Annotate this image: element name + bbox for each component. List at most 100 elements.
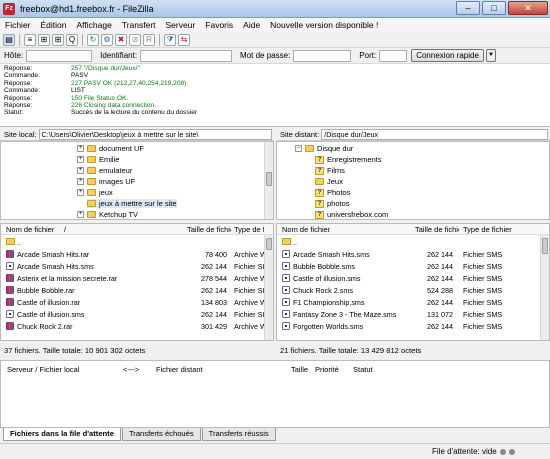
cancel-icon[interactable]: ✖ — [115, 33, 127, 46]
file-name: Chuck Rock 2.rar — [17, 322, 73, 331]
process-queue-icon[interactable]: ⚙ — [101, 33, 113, 46]
table-row[interactable]: Chuck Rock 2.rar 301 429 Archive W — [1, 320, 273, 331]
log-type: Commande: — [4, 72, 40, 80]
menu-aide[interactable]: Aide — [238, 20, 265, 30]
toggle-local-tree-icon[interactable]: ⊞ — [38, 33, 50, 46]
menu-transfert[interactable]: Transfert — [117, 20, 161, 30]
tree-item[interactable]: ? universfrebox.com — [315, 210, 388, 219]
expand-icon[interactable]: + — [77, 167, 84, 174]
tree-item[interactable]: ? Photos — [315, 188, 350, 197]
table-row[interactable]: Chuck Rock 2.sms 524 288 Fichier SMS — [277, 284, 549, 295]
compare-icon[interactable]: ⇆ — [178, 33, 190, 46]
username-input[interactable] — [140, 49, 233, 62]
column-header-type[interactable]: Type de fi — [234, 225, 264, 234]
scroll-thumb[interactable] — [266, 238, 272, 250]
column-header-size[interactable]: Taille de fichier — [187, 225, 231, 234]
list-item-parent[interactable]: .. — [1, 236, 273, 247]
tree-item-selected[interactable]: Jeux — [315, 177, 343, 186]
maximize-button[interactable]: □ — [482, 1, 506, 15]
tree-item-selected[interactable]: jeux à mettre sur le site — [87, 199, 177, 208]
tree-item[interactable]: − Disque dur — [295, 144, 353, 153]
queue-col-priority[interactable]: Priorité — [315, 365, 339, 374]
table-row[interactable]: Castle of illusion.rar 134 803 Archive W — [1, 296, 273, 307]
tree-item[interactable]: + jeux — [77, 188, 113, 197]
toggle-remote-tree-icon[interactable]: ⊞ — [52, 33, 64, 46]
menu-affichage[interactable]: Affichage — [72, 20, 117, 30]
table-row[interactable]: Bubble Bobble.sms 262 144 Fichier SMS — [277, 260, 549, 271]
close-button[interactable]: ✕ — [508, 1, 548, 15]
tree-item[interactable]: ? Films — [315, 166, 345, 175]
remote-directory-tree[interactable]: − Disque dur ? Enregistrements ? Films Jeux… — [276, 141, 550, 220]
message-log[interactable]: Réponse: 257 "/Disque dur/Jeux/" Commande… — [0, 64, 550, 127]
local-directory-tree[interactable]: + document UF + Emilie + emulateur + images … — [0, 141, 274, 220]
remote-list-scrollbar[interactable] — [540, 235, 549, 340]
column-header-size[interactable]: Taille de fichier — [415, 225, 459, 234]
quickconnect-button[interactable]: Connexion rapide — [411, 49, 484, 62]
tree-item[interactable]: ? photos — [315, 199, 350, 208]
menu-serveur[interactable]: Serveur — [161, 20, 201, 30]
tab-queued-files[interactable]: Fichiers dans la file d'attente — [3, 428, 121, 441]
tree-item[interactable]: + Ketchup TV — [77, 210, 138, 219]
expand-icon[interactable]: + — [77, 145, 84, 152]
tree-item[interactable]: ? Enregistrements — [315, 155, 382, 164]
table-row[interactable]: Fantasy Zone 3 - The Maze.sms 131 072 Fich… — [277, 308, 549, 319]
list-item-parent[interactable]: .. — [277, 236, 549, 247]
table-row[interactable]: Asterix et la mission secrete.rar 278 544… — [1, 272, 273, 283]
tree-item[interactable]: + emulateur — [77, 166, 132, 175]
queue-col-server[interactable]: Serveur / Fichier local — [7, 365, 80, 374]
table-row[interactable]: Castle of illusion.sms 262 144 Fichier SI — [1, 308, 273, 319]
reconnect-icon[interactable]: R — [143, 33, 155, 46]
rar-file-icon — [6, 274, 14, 282]
column-header-type[interactable]: Type de fichier — [463, 225, 512, 234]
table-row[interactable]: Arcade Smash Hits.rar 78 400 Archive W — [1, 248, 273, 259]
queue-col-size[interactable]: Taille — [291, 365, 308, 374]
refresh-icon[interactable]: ↻ — [87, 33, 99, 46]
port-input[interactable] — [379, 49, 408, 62]
queue-col-status[interactable]: Statut — [353, 365, 373, 374]
folder-icon — [87, 167, 96, 174]
collapse-icon[interactable]: − — [295, 145, 302, 152]
scroll-thumb[interactable] — [266, 172, 272, 186]
transfer-queue[interactable]: Serveur / Fichier local <---> Fichier di… — [0, 360, 550, 428]
tree-item[interactable]: + Emilie — [77, 155, 119, 164]
expand-icon[interactable]: + — [77, 189, 84, 196]
column-header-name[interactable]: Nom de fichier — [6, 225, 54, 234]
expand-icon[interactable]: + — [77, 211, 84, 218]
table-row[interactable]: Forgotten Worlds.sms 262 144 Fichier SMS — [277, 320, 549, 331]
queue-col-direction[interactable]: <---> — [123, 365, 139, 374]
tab-successful-transfers[interactable]: Transferts réussis — [201, 428, 276, 441]
menu-favoris[interactable]: Favoris — [200, 20, 238, 30]
local-file-list[interactable]: Nom de fichier / Taille de fichier Type … — [0, 223, 274, 341]
tab-failed-transfers[interactable]: Transferts échoués — [121, 428, 201, 441]
table-row[interactable]: Bubble Bobble.rar 262 144 Fichier SI — [1, 284, 273, 295]
local-list-header: Nom de fichier / Taille de fichier Type … — [1, 224, 273, 235]
table-row[interactable]: Castle of illusion.sms 262 144 Fichier SMS — [277, 272, 549, 283]
local-tree-scrollbar[interactable] — [264, 142, 273, 219]
minimize-button[interactable]: – — [456, 1, 480, 15]
table-row[interactable]: Arcade Smash Hits.sms 262 144 Fichier SMS — [277, 248, 549, 259]
disconnect-icon[interactable]: ⊘ — [129, 33, 141, 46]
toggle-log-icon[interactable]: ≡ — [24, 33, 36, 46]
queue-col-remote[interactable]: Fichier distant — [156, 365, 203, 374]
filter-icon[interactable]: ⧩ — [164, 33, 176, 46]
toggle-queue-icon[interactable]: Q — [66, 33, 78, 46]
table-row[interactable]: Arcade Smash Hits.sms 262 144 Fichier SI — [1, 260, 273, 271]
host-input[interactable] — [26, 49, 93, 62]
scroll-thumb[interactable] — [542, 238, 548, 254]
menu-edition[interactable]: Édition — [36, 20, 72, 30]
site-manager-icon[interactable]: ▤ — [3, 33, 15, 46]
local-path-input[interactable]: C:\Users\Olivier\Desktop\jeux à mettre s… — [38, 128, 272, 140]
quickconnect-dropdown-icon[interactable]: ▼ — [485, 49, 496, 62]
tree-item[interactable]: + document UF — [77, 144, 144, 153]
remote-path-input[interactable]: /Disque dur/Jeux — [321, 128, 548, 140]
remote-file-list[interactable]: Nom de fichier Taille de fichier Type de… — [276, 223, 550, 341]
menu-new-version[interactable]: Nouvelle version disponible ! — [265, 20, 383, 30]
menu-fichier[interactable]: Fichier — [0, 20, 36, 30]
table-row[interactable]: F1 Championship.sms 262 144 Fichier SMS — [277, 296, 549, 307]
expand-icon[interactable]: + — [77, 156, 84, 163]
password-input[interactable] — [293, 49, 352, 62]
local-list-scrollbar[interactable] — [264, 235, 273, 340]
tree-item[interactable]: + images UF — [77, 177, 135, 186]
expand-icon[interactable]: + — [77, 178, 84, 185]
column-header-name[interactable]: Nom de fichier — [282, 225, 330, 234]
